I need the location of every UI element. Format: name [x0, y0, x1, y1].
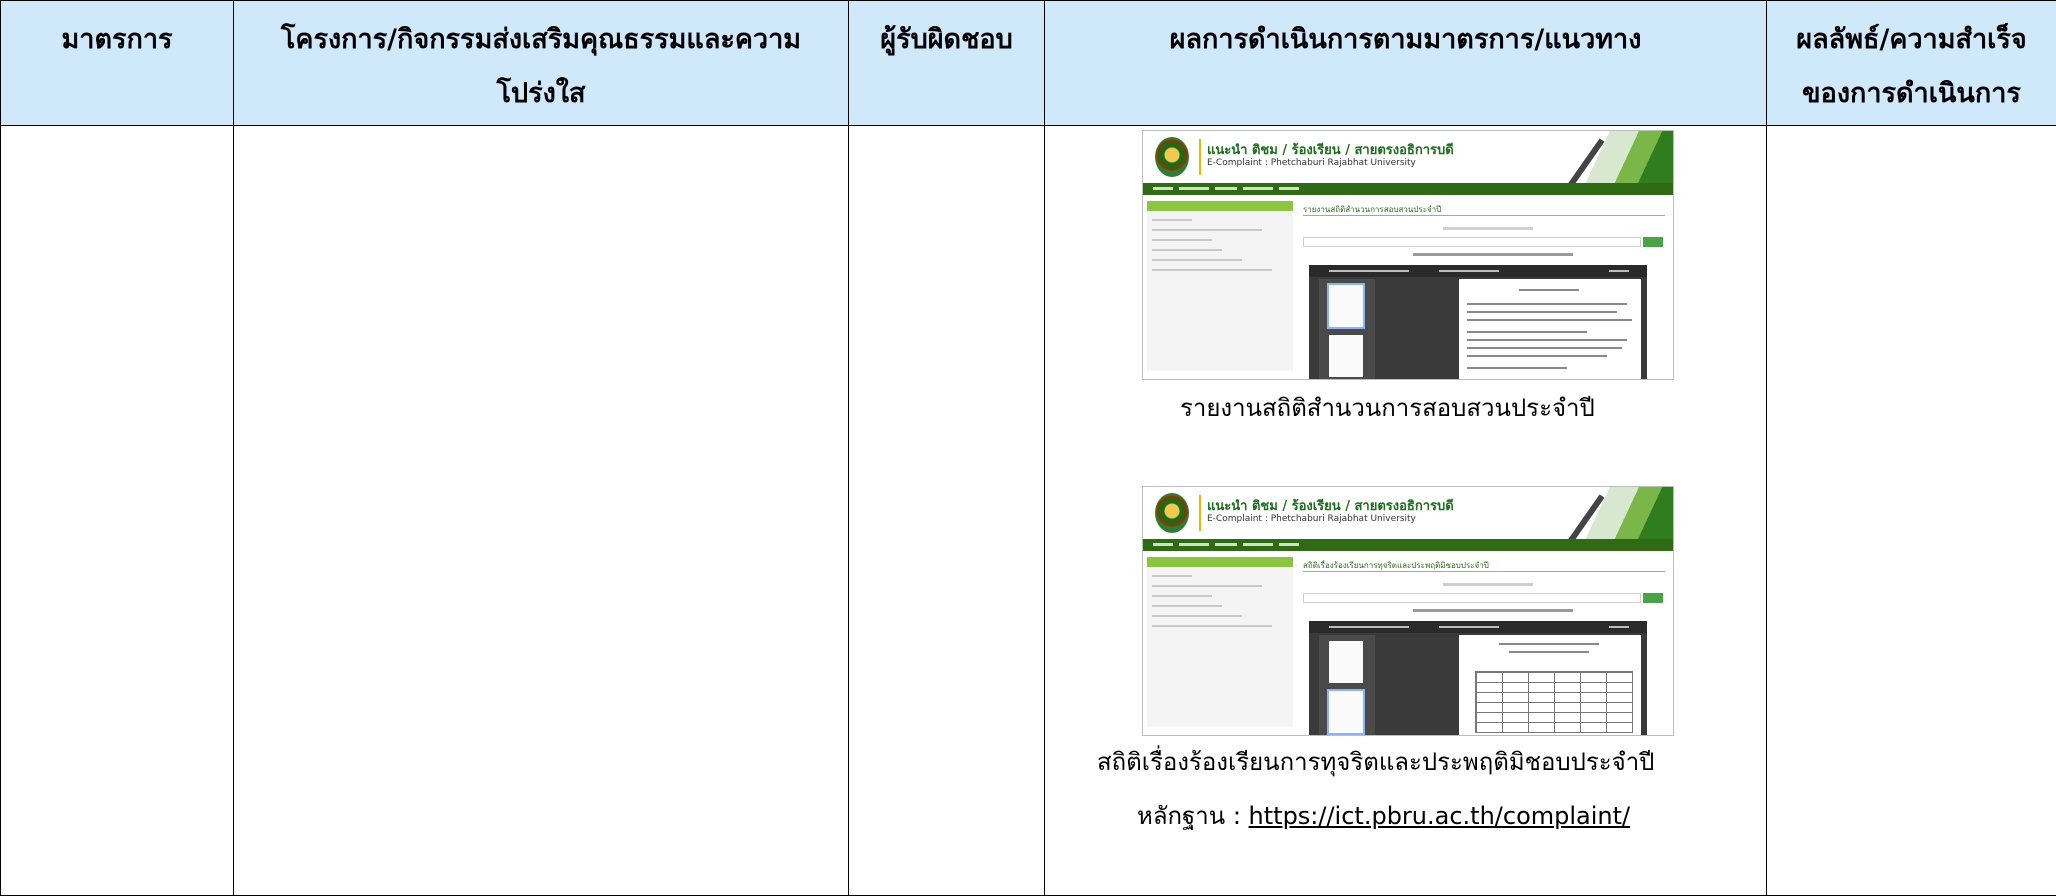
pdf-viewer: [1309, 621, 1647, 735]
header-outcomes: ผลลัพธ์/ความสำเร็จ ของการดำเนินการ: [1766, 0, 2056, 126]
year-select: [1303, 593, 1641, 603]
header-projects: โครงการ/กิจกรรมส่งเสริมคุณธรรมและความ โป…: [233, 0, 849, 126]
caption-investigation-report: รายงานสถิติสำนวนการสอบสวนประจำปี: [1180, 394, 1595, 422]
site-subtitle: E-Complaint : Phetchaburi Rajabhat Unive…: [1207, 514, 1416, 524]
header-row: มาตรการ โครงการ/กิจกรรมส่งเสริมคุณธรรมแล…: [0, 0, 2056, 126]
site-nav-bar: [1143, 183, 1673, 195]
site-title: แนะนำ ติชม / ร้องเรียน / สายตรงอธิการบดี: [1207, 143, 1454, 158]
pdf-page: [1459, 635, 1641, 735]
header-projects-line1: โครงการ/กิจกรรมส่งเสริมคุณธรรมและความ: [280, 24, 802, 55]
caption-complaint-statistics: สถิติเรื่องร้องเรียนการทุจริตและประพฤติม…: [1097, 748, 1655, 776]
evidence-line: หลักฐาน : https://ict.pbru.ac.th/complai…: [1137, 796, 1630, 835]
pdf-thumbnails: [1319, 635, 1375, 735]
site-title: แนะนำ ติชม / ร้องเรียน / สายตรงอธิการบดี: [1207, 499, 1454, 514]
search-button: [1643, 237, 1663, 247]
cell-outcomes: [1766, 125, 2056, 896]
site-header: แนะนำ ติชม / ร้องเรียน / สายตรงอธิการบดี…: [1143, 487, 1673, 544]
website-screenshot-complaint-statistics: แนะนำ ติชม / ร้องเรียน / สายตรงอธิการบดี…: [1142, 486, 1674, 736]
header-outcomes-line2: ของการดำเนินการ: [1802, 78, 2021, 109]
site-header: แนะนำ ติชม / ร้องเรียน / สายตรงอธิการบดี…: [1143, 131, 1673, 188]
pdf-viewer: [1309, 265, 1647, 379]
pdf-table: [1475, 671, 1633, 733]
site-nav-bar: [1143, 539, 1673, 551]
pdf-thumbnails: [1319, 279, 1375, 379]
site-subtitle: E-Complaint : Phetchaburi Rajabhat Unive…: [1207, 158, 1416, 168]
website-screenshot-investigation-report: แนะนำ ติชม / ร้องเรียน / สายตรงอธิการบดี…: [1142, 130, 1674, 380]
university-logo-icon: [1155, 137, 1189, 177]
year-select: [1303, 237, 1641, 247]
pdf-page: [1459, 279, 1641, 379]
header-measures: มาตรการ: [0, 0, 234, 126]
measures-table: มาตรการ โครงการ/กิจกรรมส่งเสริมคุณธรรมแล…: [0, 0, 2056, 896]
pdf-toolbar: [1309, 621, 1647, 633]
cell-projects: [233, 125, 849, 896]
university-logo-icon: [1155, 493, 1189, 533]
header-outcomes-line1: ผลลัพธ์/ความสำเร็จ: [1796, 24, 2027, 55]
evidence-link[interactable]: https://ict.pbru.ac.th/complaint/: [1249, 802, 1631, 830]
search-button: [1643, 593, 1663, 603]
header-results: ผลการดำเนินการตามมาตรการ/แนวทาง: [1044, 0, 1767, 126]
pdf-toolbar: [1309, 265, 1647, 277]
body-row: แนะนำ ติชม / ร้องเรียน / สายตรงอธิการบดี…: [0, 125, 2056, 896]
site-sidebar-menu: [1147, 201, 1293, 371]
site-sidebar-menu: [1147, 557, 1293, 727]
header-projects-line2: โปร่งใส: [496, 78, 586, 109]
cell-measures: [0, 125, 234, 896]
cell-responsible: [848, 125, 1045, 896]
evidence-label: หลักฐาน :: [1137, 802, 1249, 830]
header-responsible: ผู้รับผิดชอบ: [848, 0, 1045, 126]
cell-results: แนะนำ ติชม / ร้องเรียน / สายตรงอธิการบดี…: [1044, 125, 1767, 896]
